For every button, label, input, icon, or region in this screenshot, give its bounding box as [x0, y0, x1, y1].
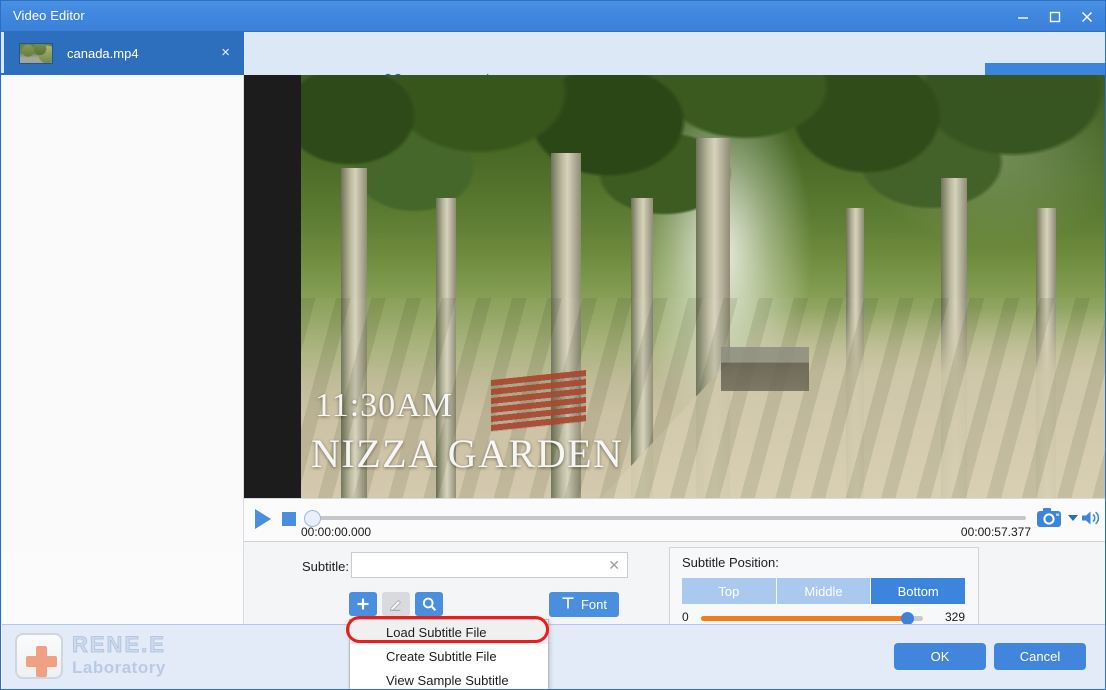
- font-button[interactable]: Font: [549, 592, 619, 617]
- font-button-label: Font: [581, 597, 607, 612]
- play-icon[interactable]: [255, 509, 271, 529]
- clear-icon[interactable]: ✕: [608, 557, 620, 574]
- file-tab-close-icon[interactable]: ×: [221, 45, 230, 60]
- video-bench-far: [721, 347, 809, 391]
- slider-max-label: 329: [945, 610, 965, 624]
- subtitle-position-slider[interactable]: [701, 616, 923, 621]
- subtitle-input[interactable]: [357, 554, 603, 576]
- video-overlay-time: 11:30AM: [315, 387, 453, 425]
- brand-subtitle: Laboratory: [72, 658, 166, 678]
- magnifier-icon: [421, 596, 438, 613]
- search-subtitle-button[interactable]: [415, 592, 443, 616]
- menu-item-view-sample-subtitle[interactable]: View Sample Subtitle: [350, 668, 548, 690]
- pencil-icon: [388, 596, 404, 612]
- cross-horizontal: [26, 656, 57, 667]
- seek-slider[interactable]: [302, 514, 1026, 522]
- brand-name: RENE.E: [72, 632, 166, 658]
- video-frame: 11:30AM NIZZA GARDEN: [301, 75, 1106, 498]
- subtitle-context-menu: Load Subtitle File Create Subtitle File …: [349, 619, 549, 690]
- video-bench: [491, 370, 586, 432]
- chevron-down-icon[interactable]: [1068, 515, 1078, 521]
- subtitle-input-wrapper[interactable]: ✕: [351, 552, 628, 578]
- video-preview-stage[interactable]: 11:30AM NIZZA GARDEN The position and si…: [244, 75, 1106, 498]
- brand-watermark: RENE.E Laboratory: [15, 629, 205, 685]
- file-tab-canada[interactable]: canada.mp4 ×: [4, 32, 244, 75]
- window-controls: [1007, 1, 1103, 32]
- title-bar: Video Editor: [1, 1, 1106, 32]
- menu-item-load-subtitle-file[interactable]: Load Subtitle File: [350, 620, 548, 644]
- ok-button[interactable]: OK: [894, 643, 986, 670]
- video-overlay-place: NIZZA GARDEN: [311, 430, 623, 477]
- player-control-bar: 00:00:00.000 00:00:57.377: [244, 498, 1106, 542]
- medical-case-icon: [15, 633, 63, 679]
- subtitle-field-label: Subtitle:: [302, 559, 349, 574]
- cancel-button[interactable]: Cancel: [994, 643, 1086, 670]
- slider-fill: [701, 616, 907, 621]
- minimize-icon[interactable]: [1007, 1, 1039, 32]
- edit-subtitle-button: [382, 592, 410, 616]
- slider-min-label: 0: [682, 610, 689, 624]
- file-tab-label: canada.mp4: [67, 46, 139, 61]
- window-title: Video Editor: [13, 8, 85, 23]
- menu-item-create-subtitle-file[interactable]: Create Subtitle File: [350, 644, 548, 668]
- video-editor-window: Video Editor canada.mp4 ×: [0, 0, 1106, 690]
- stop-icon[interactable]: [282, 512, 296, 526]
- file-list-area[interactable]: [5, 75, 242, 552]
- file-thumbnail: [19, 43, 53, 64]
- subtitle-position-group: Subtitle Position: Top Middle Bottom 0 3…: [669, 547, 979, 628]
- file-list-sidebar: [2, 75, 244, 624]
- subtitle-position-title: Subtitle Position:: [682, 555, 779, 570]
- seek-track: [314, 516, 1026, 520]
- close-icon[interactable]: [1071, 1, 1103, 32]
- maximize-icon[interactable]: [1039, 1, 1071, 32]
- volume-icon[interactable]: [1081, 509, 1101, 527]
- camera-icon[interactable]: [1035, 506, 1065, 530]
- position-option-top[interactable]: Top: [682, 578, 777, 604]
- current-time-label: 00:00:00.000: [301, 525, 371, 539]
- position-option-middle[interactable]: Middle: [777, 578, 872, 604]
- subtitle-position-segmented-control: Top Middle Bottom: [682, 578, 965, 604]
- position-option-bottom[interactable]: Bottom: [871, 578, 965, 604]
- tab-toolbar-row: canada.mp4 × Cut: [1, 32, 1106, 75]
- add-subtitle-button[interactable]: [349, 592, 377, 616]
- text-T-icon: [561, 596, 575, 613]
- plus-icon: [355, 596, 371, 612]
- total-time-label: 00:00:57.377: [961, 525, 1031, 539]
